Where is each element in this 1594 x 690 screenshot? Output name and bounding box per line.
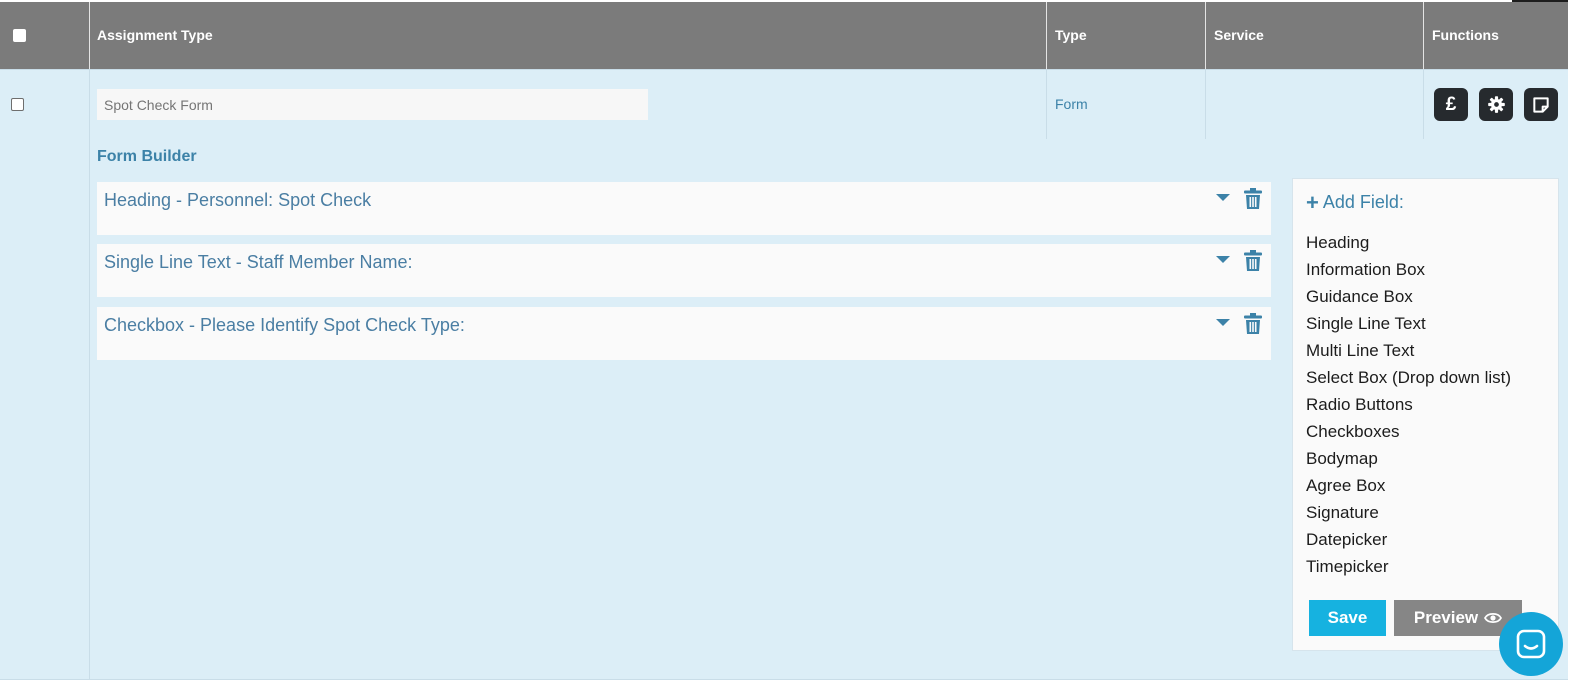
pricing-button[interactable]: £ — [1434, 88, 1468, 121]
type-cell: Form — [1047, 70, 1206, 139]
form-field-label: Single Line Text - Staff Member Name: — [104, 252, 413, 272]
add-field-header: + Add Field: — [1306, 189, 1404, 215]
column-header-assignment-type[interactable]: Assignment Type — [90, 2, 1047, 69]
service-cell — [1206, 70, 1424, 139]
field-type-option[interactable]: Timepicker — [1306, 556, 1511, 583]
field-type-option[interactable]: Agree Box — [1306, 475, 1511, 502]
form-field-row[interactable]: Checkbox - Please Identify Spot Check Ty… — [97, 307, 1271, 360]
eye-icon — [1484, 612, 1503, 624]
field-type-list: Heading Information Box Guidance Box Sin… — [1306, 232, 1511, 583]
field-type-option[interactable]: Radio Buttons — [1306, 394, 1511, 421]
builder-gutter — [0, 139, 90, 679]
gear-icon — [1487, 96, 1505, 113]
table-row: Form £ — [0, 69, 1568, 140]
select-all-checkbox[interactable] — [13, 29, 26, 42]
field-type-option[interactable]: Information Box — [1306, 259, 1511, 286]
chat-launcher-button[interactable] — [1499, 612, 1563, 676]
expand-caret-icon[interactable] — [1216, 194, 1230, 201]
field-type-option[interactable]: Guidance Box — [1306, 286, 1511, 313]
settings-button[interactable] — [1479, 88, 1513, 121]
column-header-service[interactable]: Service — [1206, 2, 1424, 69]
trash-icon[interactable] — [1244, 313, 1262, 334]
expand-caret-icon[interactable] — [1216, 319, 1230, 326]
column-header-functions: Functions — [1432, 27, 1499, 43]
row-checkbox[interactable] — [11, 98, 24, 111]
assignment-types-table: Assignment Type Type Service Functions F… — [0, 2, 1568, 680]
note-icon — [1533, 96, 1549, 113]
field-type-option[interactable]: Datepicker — [1306, 529, 1511, 556]
add-field-title: Add Field: — [1322, 192, 1404, 212]
field-type-option[interactable]: Select Box (Drop down list) — [1306, 367, 1511, 394]
type-link[interactable]: Form — [1055, 70, 1088, 139]
form-field-label: Heading - Personnel: Spot Check — [104, 190, 372, 210]
row-select-cell — [0, 70, 90, 139]
field-type-option[interactable]: Multi Line Text — [1306, 340, 1511, 367]
save-button[interactable]: Save — [1309, 600, 1386, 636]
field-type-option[interactable]: Bodymap — [1306, 448, 1511, 475]
form-builder-title: Form Builder — [97, 148, 197, 165]
trash-icon[interactable] — [1244, 250, 1262, 271]
preview-label: Preview — [1413, 608, 1479, 627]
table-header: Assignment Type Type Service Functions — [0, 2, 1568, 69]
form-field-row[interactable]: Single Line Text - Staff Member Name: — [97, 244, 1271, 297]
field-type-option[interactable]: Heading — [1306, 232, 1511, 259]
chat-icon — [1516, 629, 1546, 659]
trash-icon[interactable] — [1244, 188, 1262, 209]
expand-caret-icon[interactable] — [1216, 256, 1230, 263]
field-type-option[interactable]: Checkboxes — [1306, 421, 1511, 448]
field-type-option[interactable]: Single Line Text — [1306, 313, 1511, 340]
column-header-type[interactable]: Type — [1047, 2, 1206, 69]
form-builder-section: Form Builder Heading - Personnel: Spot C… — [0, 139, 1568, 680]
add-field-panel: + Add Field: Heading Information Box Gui… — [1292, 178, 1559, 651]
assignment-type-cell — [90, 70, 1047, 139]
functions-cell: £ — [1424, 70, 1568, 139]
field-type-option[interactable]: Signature — [1306, 502, 1511, 529]
notes-button[interactable] — [1524, 88, 1558, 121]
form-field-row[interactable]: Heading - Personnel: Spot Check — [97, 182, 1271, 235]
pound-icon: £ — [1445, 93, 1457, 115]
form-field-label: Checkbox - Please Identify Spot Check Ty… — [104, 315, 465, 335]
assignment-name-input[interactable] — [97, 89, 648, 120]
header-select-cell — [0, 2, 90, 69]
plus-icon: + — [1306, 189, 1319, 215]
